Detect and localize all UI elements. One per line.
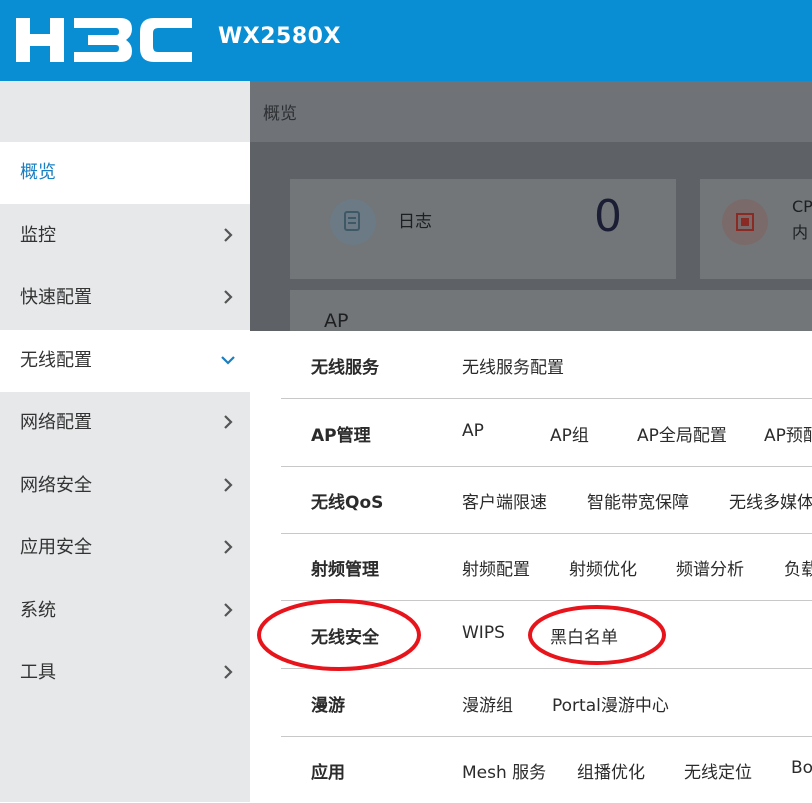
ap-panel-title: AP	[324, 310, 349, 332]
chevron-right-icon	[224, 478, 233, 492]
sidebar-item-network-config[interactable]: 网络配置	[0, 392, 250, 454]
menu-row-title: 无线QoS	[311, 493, 384, 513]
log-card[interactable]: 日志 0	[290, 179, 676, 279]
sidebar-item-wireless-config[interactable]: 无线配置	[0, 330, 250, 392]
menu-link-multicast-optimize[interactable]: 组播优化	[577, 758, 645, 783]
menu-row-wireless-qos: 无线QoS 客户端限速 智能带宽保障 无线多媒体	[281, 466, 812, 534]
chevron-down-icon	[221, 356, 235, 365]
menu-row-application: 应用 Mesh 服务 组播优化 无线定位 Bo	[281, 736, 812, 803]
menu-link-radio-optimize[interactable]: 射频优化	[569, 555, 637, 580]
chevron-right-icon	[224, 228, 233, 242]
cpu-card-label: CP	[792, 197, 812, 216]
sidebar-item-tools[interactable]: 工具	[0, 642, 250, 704]
main-content: 概览 日志 0 CP 内 AP	[250, 81, 812, 332]
menu-row-roaming: 漫游 漫游组 Portal漫游中心	[281, 669, 812, 737]
menu-row-radio-management: 射频管理 射频配置 射频优化 频谱分析 负载	[281, 533, 812, 601]
sidebar: 概览 监控 快速配置 无线配置 网络配置 网络安全 应用安全 系统 工具	[0, 81, 250, 802]
sidebar-item-label: 网络配置	[20, 412, 92, 433]
cpu-card-sublabel: 内	[792, 223, 809, 242]
menu-link-ap-preconfig[interactable]: AP预配	[764, 421, 812, 446]
cpu-card[interactable]: CP 内	[700, 179, 812, 279]
menu-row-title: 无线安全	[311, 628, 379, 648]
sidebar-item-system[interactable]: 系统	[0, 580, 250, 642]
chevron-right-icon	[224, 540, 233, 554]
log-icon	[330, 199, 376, 245]
menu-link-wips[interactable]: WIPS	[462, 623, 505, 643]
device-model: WX2580X	[218, 24, 341, 49]
wireless-config-menu: 无线服务 无线服务配置 AP管理 AP AP组 AP全局配置 AP预配 无线Qo…	[250, 331, 812, 802]
sidebar-item-overview[interactable]: 概览	[0, 142, 250, 204]
menu-link-load-balance[interactable]: 负载	[784, 555, 812, 580]
menu-link-spectrum-analysis[interactable]: 频谱分析	[676, 555, 744, 580]
sidebar-item-quick-config[interactable]: 快速配置	[0, 267, 250, 329]
menu-link-portal-roaming-center[interactable]: Portal漫游中心	[552, 691, 669, 716]
menu-link-roaming-group[interactable]: 漫游组	[462, 691, 513, 716]
chevron-right-icon	[224, 603, 233, 617]
breadcrumb: 概览	[250, 81, 812, 142]
menu-link-ap-global-config[interactable]: AP全局配置	[637, 421, 727, 446]
menu-link-wireless-multimedia[interactable]: 无线多媒体	[729, 488, 812, 513]
top-bar: WX2580X	[0, 0, 812, 81]
sidebar-item-label: 应用安全	[20, 537, 92, 558]
chevron-right-icon	[224, 415, 233, 429]
menu-row-title: 无线服务	[311, 358, 379, 378]
sidebar-item-monitor[interactable]: 监控	[0, 205, 250, 267]
menu-row-wireless-security: 无线安全 WIPS 黑白名单	[281, 601, 812, 669]
log-card-count: 0	[594, 191, 622, 242]
cpu-icon	[722, 199, 768, 245]
menu-link-client-rate-limit[interactable]: 客户端限速	[462, 488, 547, 513]
chevron-right-icon	[224, 290, 233, 304]
sidebar-item-label: 无线配置	[20, 350, 92, 371]
menu-link-ap[interactable]: AP	[462, 421, 484, 441]
sidebar-item-label: 快速配置	[20, 287, 92, 308]
sidebar-item-network-security[interactable]: 网络安全	[0, 455, 250, 517]
log-card-label: 日志	[398, 212, 432, 232]
sidebar-item-label: 监控	[20, 225, 56, 246]
menu-row-title: 漫游	[311, 696, 345, 716]
sidebar-item-label: 工具	[20, 662, 56, 683]
sidebar-item-label: 系统	[20, 600, 56, 621]
menu-link-wireless-location[interactable]: 无线定位	[684, 758, 752, 783]
sidebar-item-label: 网络安全	[20, 475, 92, 496]
menu-link-wireless-service-config[interactable]: 无线服务配置	[462, 353, 564, 378]
menu-row-ap-management: AP管理 AP AP组 AP全局配置 AP预配	[281, 399, 812, 467]
breadcrumb-current: 概览	[263, 104, 297, 124]
sidebar-item-app-security[interactable]: 应用安全	[0, 517, 250, 579]
chevron-right-icon	[224, 665, 233, 679]
ap-panel: AP	[290, 290, 812, 332]
menu-row-wireless-service: 无线服务 无线服务配置	[281, 331, 812, 399]
menu-link-black-white-list[interactable]: 黑白名单	[550, 623, 618, 648]
menu-link-bonjour[interactable]: Bo	[791, 758, 812, 778]
menu-row-title: 射频管理	[311, 560, 379, 580]
h3c-logo	[16, 18, 192, 62]
menu-link-radio-config[interactable]: 射频配置	[462, 555, 530, 580]
menu-link-mesh-service[interactable]: Mesh 服务	[462, 758, 546, 783]
menu-row-title: 应用	[311, 763, 345, 783]
menu-row-title: AP管理	[311, 426, 371, 446]
menu-link-bandwidth-guarantee[interactable]: 智能带宽保障	[587, 488, 689, 513]
menu-link-ap-group[interactable]: AP组	[550, 421, 589, 446]
sidebar-item-label: 概览	[20, 162, 56, 183]
